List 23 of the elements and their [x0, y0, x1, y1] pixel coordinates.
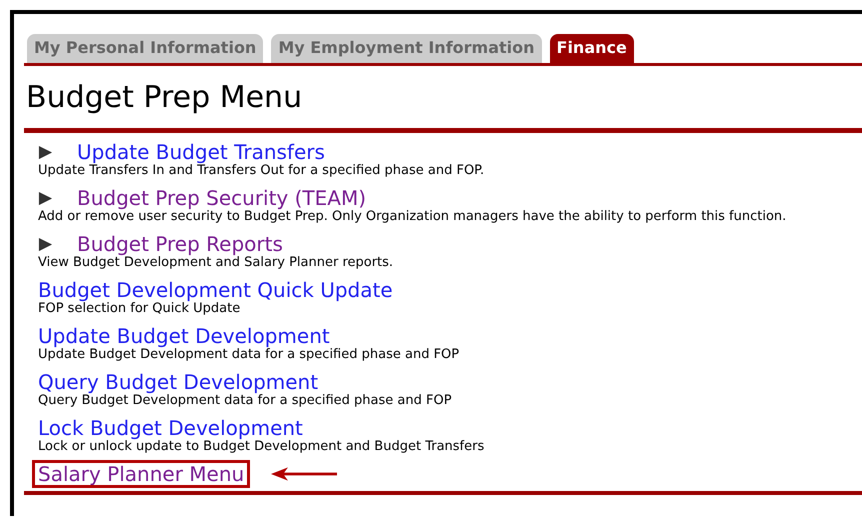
menu-link[interactable]: Query Budget Development — [38, 371, 318, 393]
menu-link[interactable]: Update Budget Transfers — [77, 141, 325, 163]
menu-link[interactable]: Budget Development Quick Update — [38, 279, 393, 301]
menu-link[interactable]: Salary Planner Menu — [35, 463, 248, 485]
link-description: Update Transfers In and Transfers Out for a specified phase and FOP. — [38, 163, 486, 179]
tab[interactable]: Finance — [550, 34, 634, 63]
link-description: View Budget Development and Salary Planner reports. — [38, 255, 394, 271]
triangle-icon — [38, 144, 53, 160]
triangle-icon — [38, 236, 53, 252]
triangle-icon — [38, 190, 53, 206]
link-description: Lock or unlock update to Budget Development and Budget Transfers — [38, 439, 486, 455]
menu-link[interactable]: Lock Budget Development — [38, 417, 303, 439]
link-description: Update Budget Development data for a specified phase and FOP — [38, 347, 460, 363]
tab[interactable]: My Employment Information — [271, 34, 542, 63]
link-description: Add or remove user security to Budget Prep. Only Organization managers have the ability to perform this function. — [38, 209, 788, 225]
link-description: FOP selection for Quick Update — [38, 301, 240, 317]
menu-link[interactable]: Budget Prep Security (TEAM) — [77, 187, 366, 209]
menu-link[interactable]: Update Budget Development — [38, 325, 330, 347]
arrow-icon — [271, 466, 338, 482]
page-title: Budget Prep Menu — [26, 80, 304, 117]
link-description: Query Budget Development data for a specified phase and FOP — [38, 393, 453, 409]
menu-link[interactable]: Budget Prep Reports — [77, 233, 283, 255]
tab[interactable]: My Personal Information — [27, 34, 264, 63]
